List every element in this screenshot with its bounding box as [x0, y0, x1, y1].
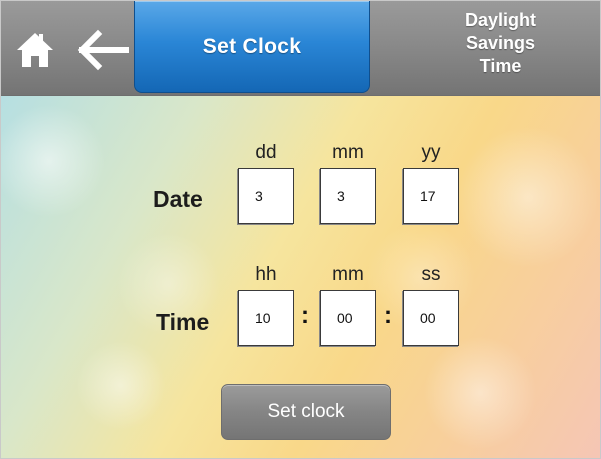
back-button[interactable] — [74, 29, 130, 71]
set-clock-button[interactable]: Set clock — [221, 384, 391, 440]
home-button[interactable] — [15, 31, 55, 69]
date-label: Date — [153, 186, 203, 212]
tab-dst-line: Time — [479, 56, 522, 76]
hour-input[interactable]: 10 — [238, 290, 294, 346]
clock-settings-panel: dd mm yy Date 3 3 17 hh mm ss Time 10 : … — [1, 96, 600, 458]
top-nav-bar: Set Clock Daylight Savings Time — [1, 1, 600, 96]
minute-input[interactable]: 00 — [320, 290, 376, 346]
time-label: Time — [156, 309, 210, 335]
time-separator: : — [301, 302, 309, 329]
tab-daylight-savings-time[interactable]: Daylight Savings Time — [401, 9, 600, 78]
time-separator: : — [384, 302, 392, 329]
day-input[interactable]: 3 — [238, 168, 294, 224]
hour-column-label: hh — [255, 264, 277, 285]
tab-set-clock[interactable]: Set Clock — [134, 1, 370, 93]
second-column-label: ss — [421, 264, 441, 285]
minute-column-label: mm — [332, 264, 364, 285]
second-input[interactable]: 00 — [403, 290, 459, 346]
tab-dst-line: Savings — [465, 33, 536, 53]
home-icon — [17, 33, 53, 67]
set-clock-screen: Set Clock Daylight Savings Time dd mm yy… — [0, 0, 601, 459]
day-column-label: dd — [255, 142, 277, 163]
year-input[interactable]: 17 — [403, 168, 459, 224]
arrow-left-icon — [77, 29, 129, 71]
tab-dst-line: Daylight — [464, 10, 536, 30]
year-column-label: yy — [421, 142, 441, 163]
month-input[interactable]: 3 — [320, 168, 376, 224]
tab-set-clock-label: Set Clock — [202, 34, 302, 58]
month-column-label: mm — [332, 142, 364, 163]
